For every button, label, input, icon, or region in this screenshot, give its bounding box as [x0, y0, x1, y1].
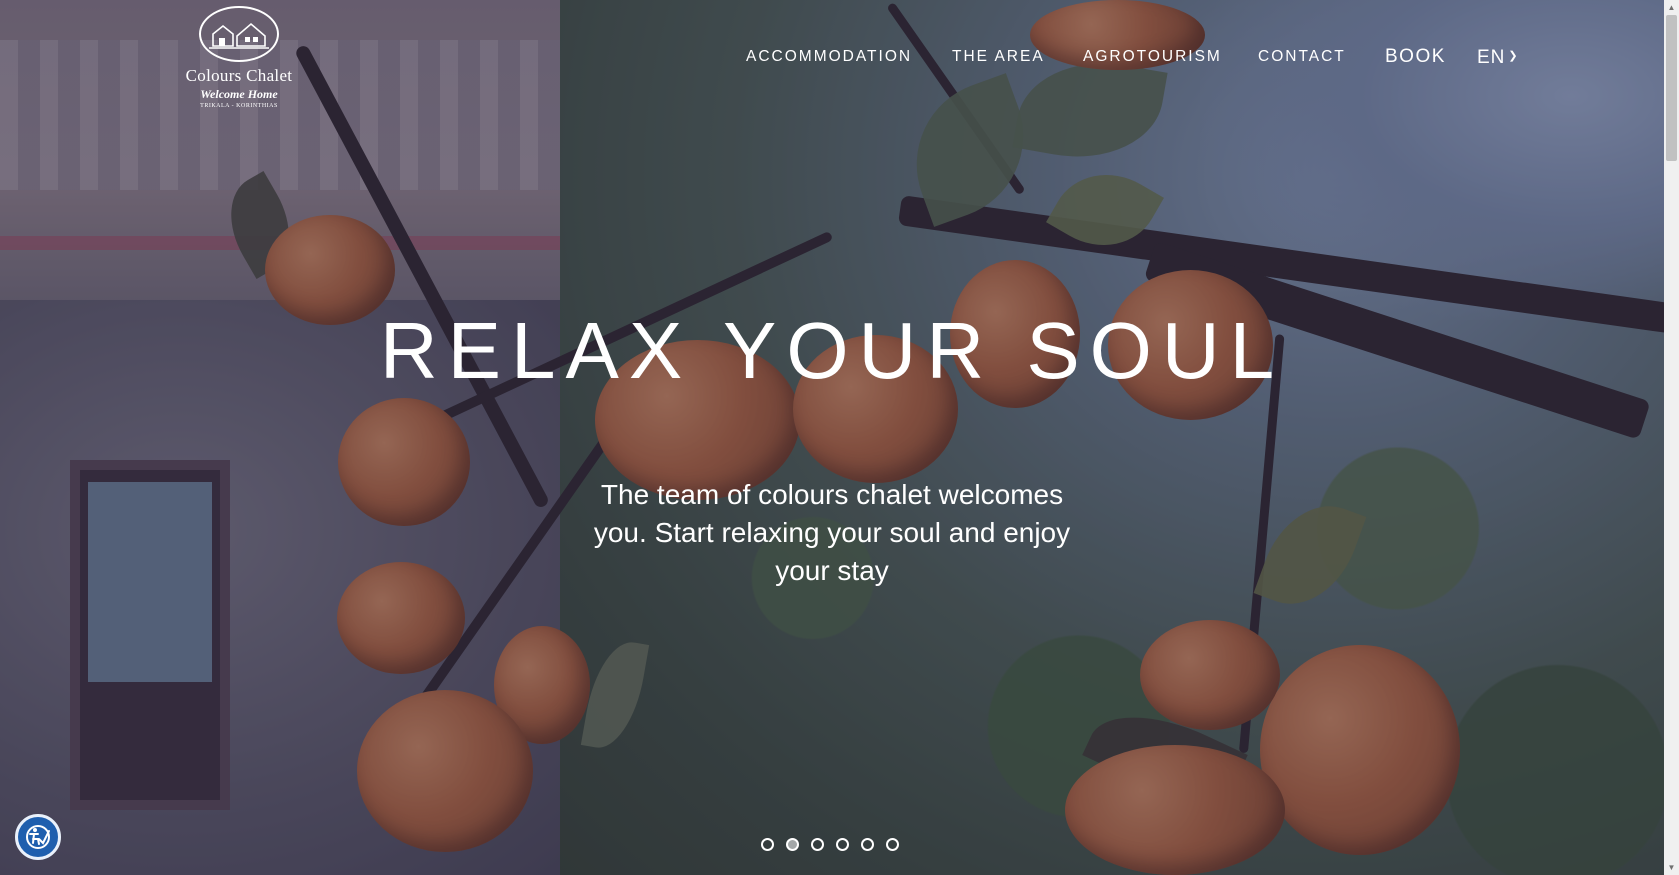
page-scrollbar[interactable]: ▲ ▼	[1664, 0, 1679, 875]
slider-dot-5[interactable]	[861, 838, 874, 851]
scrollbar-thumb[interactable]	[1666, 15, 1677, 161]
brand-tagline: Welcome Home	[200, 87, 278, 101]
chalet-house-icon	[199, 6, 279, 62]
hero-background	[0, 0, 1664, 875]
slider-dot-3[interactable]	[811, 838, 824, 851]
brand-location: TRIKALA - KORINTHIAS	[200, 103, 278, 109]
nav-the-area[interactable]: THE AREA	[952, 48, 1045, 66]
accessibility-button[interactable]	[15, 814, 61, 860]
brand-name: Colours Chalet	[185, 66, 293, 85]
nav-accommodation[interactable]: ACCOMMODATION	[746, 48, 912, 66]
hero-subtitle: The team of colours chalet welcomes you.…	[593, 479, 1071, 586]
slider-dot-6[interactable]	[886, 838, 899, 851]
nav-agrotourism[interactable]: AGROTOURISM	[1083, 48, 1222, 66]
site-logo[interactable]: Colours Chalet Welcome Home TRIKALA - KO…	[178, 6, 300, 110]
slider-dot-1[interactable]	[761, 838, 774, 851]
language-code: EN	[1477, 47, 1506, 68]
slider-dot-4[interactable]	[836, 838, 849, 851]
nav-book-button[interactable]: BOOK	[1385, 46, 1446, 68]
scroll-up-arrow-icon[interactable]: ▲	[1664, 0, 1679, 15]
scroll-down-arrow-icon[interactable]: ▼	[1664, 860, 1679, 875]
hero-title: RELAX YOUR SOUL	[379, 306, 1285, 395]
language-selector[interactable]: EN ❯	[1477, 47, 1519, 69]
chevron-down-icon: ❯	[1508, 50, 1519, 62]
nav-contact[interactable]: CONTACT	[1258, 48, 1346, 66]
hero-dark-overlay	[0, 0, 1664, 875]
accessibility-icon	[26, 825, 50, 849]
slider-dot-2[interactable]	[786, 838, 799, 851]
